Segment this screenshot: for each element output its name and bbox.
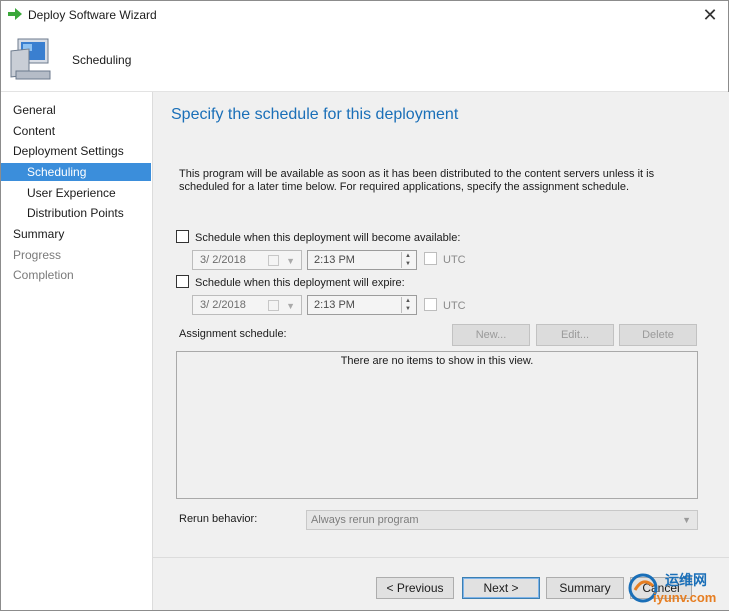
- next-button[interactable]: Next >: [462, 577, 540, 599]
- rerun-behavior-select: Always rerun program ▼: [306, 510, 698, 530]
- available-utc-checkbox: [424, 252, 437, 265]
- wizard-nav: General Content Deployment Settings Sche…: [1, 92, 151, 610]
- nav-item-content[interactable]: Content: [1, 122, 151, 140]
- calendar-icon: [268, 255, 279, 266]
- expire-checkbox[interactable]: [176, 275, 189, 288]
- watermark: 运维网 iyunv.com: [627, 568, 727, 608]
- expire-time-value: 2:13 PM: [314, 299, 355, 311]
- edit-button: Edit...: [536, 324, 614, 346]
- nav-item-summary[interactable]: Summary: [1, 225, 151, 243]
- nav-item-completion: Completion: [13, 268, 74, 282]
- description-text: This program will be available as soon a…: [179, 168, 655, 193]
- empty-list-message: There are no items to show in this view.: [340, 355, 534, 367]
- expire-utc-row: UTC: [424, 298, 466, 312]
- nav-item-general[interactable]: General: [1, 101, 151, 119]
- rerun-behavior-label: Rerun behavior:: [179, 513, 258, 525]
- nav-item-deployment-settings[interactable]: Deployment Settings: [1, 142, 151, 160]
- available-utc-row: UTC: [424, 252, 466, 266]
- spin-up-icon: ▲: [405, 298, 411, 304]
- close-button[interactable]: ✕: [698, 4, 722, 26]
- delete-button: Delete: [619, 324, 697, 346]
- available-time-picker: 2:13 PM ▲ ▼: [307, 250, 417, 270]
- content-panel: Specify the schedule for this deployment…: [152, 92, 729, 610]
- expire-checkbox-row[interactable]: Schedule when this deployment will expir…: [176, 275, 405, 289]
- nav-item-distribution-points[interactable]: Distribution Points: [1, 204, 151, 222]
- expire-time-spinner: ▲ ▼: [401, 297, 414, 313]
- nav-item-progress: Progress: [13, 248, 62, 262]
- rerun-behavior-value: Always rerun program: [311, 514, 419, 526]
- expire-date-value: 3/ 2/2018: [200, 299, 246, 311]
- nav-item-scheduling[interactable]: Scheduling: [1, 163, 151, 181]
- title-bar: Deploy Software Wizard ✕: [1, 1, 728, 29]
- chevron-down-icon: ▼: [286, 301, 295, 311]
- available-utc-label: UTC: [443, 254, 466, 266]
- arrow-right-icon: [8, 8, 22, 23]
- page-title: Specify the schedule for this deployment: [171, 106, 459, 123]
- available-checkbox[interactable]: [176, 230, 189, 243]
- window-title: Deploy Software Wizard: [28, 8, 157, 22]
- expire-utc-label: UTC: [443, 300, 466, 312]
- header-title: Scheduling: [72, 53, 132, 67]
- computer-icon: [10, 37, 58, 86]
- expire-time-picker: 2:13 PM ▲ ▼: [307, 295, 417, 315]
- page-header: Scheduling: [1, 29, 728, 92]
- watermark-text: 运维网: [665, 572, 707, 588]
- assignment-schedule-list[interactable]: There are no items to show in this view.: [176, 351, 698, 499]
- footer-divider: [153, 557, 729, 558]
- summary-button[interactable]: Summary: [546, 577, 624, 599]
- nav-item-user-experience[interactable]: User Experience: [1, 184, 151, 202]
- assignment-schedule-label: Assignment schedule:: [179, 328, 287, 340]
- expire-date-picker: 3/ 2/2018 ▼: [192, 295, 302, 315]
- wizard-window: Deploy Software Wizard ✕ Scheduling Gene…: [0, 0, 729, 611]
- watermark-subtext: iyunv.com: [653, 590, 717, 605]
- available-date-value: 3/ 2/2018: [200, 254, 246, 266]
- expire-utc-checkbox: [424, 298, 437, 311]
- available-label: Schedule when this deployment will becom…: [195, 232, 461, 244]
- calendar-icon: [268, 300, 279, 311]
- spin-up-icon: ▲: [405, 253, 411, 259]
- spin-down-icon: ▼: [405, 306, 411, 312]
- spin-down-icon: ▼: [405, 261, 411, 267]
- available-time-value: 2:13 PM: [314, 254, 355, 266]
- expire-label: Schedule when this deployment will expir…: [195, 277, 405, 289]
- new-button: New...: [452, 324, 530, 346]
- chevron-down-icon: ▼: [682, 515, 691, 525]
- available-time-spinner: ▲ ▼: [401, 252, 414, 268]
- available-date-picker: 3/ 2/2018 ▼: [192, 250, 302, 270]
- previous-button[interactable]: < Previous: [376, 577, 454, 599]
- available-checkbox-row[interactable]: Schedule when this deployment will becom…: [176, 230, 460, 244]
- chevron-down-icon: ▼: [286, 256, 295, 266]
